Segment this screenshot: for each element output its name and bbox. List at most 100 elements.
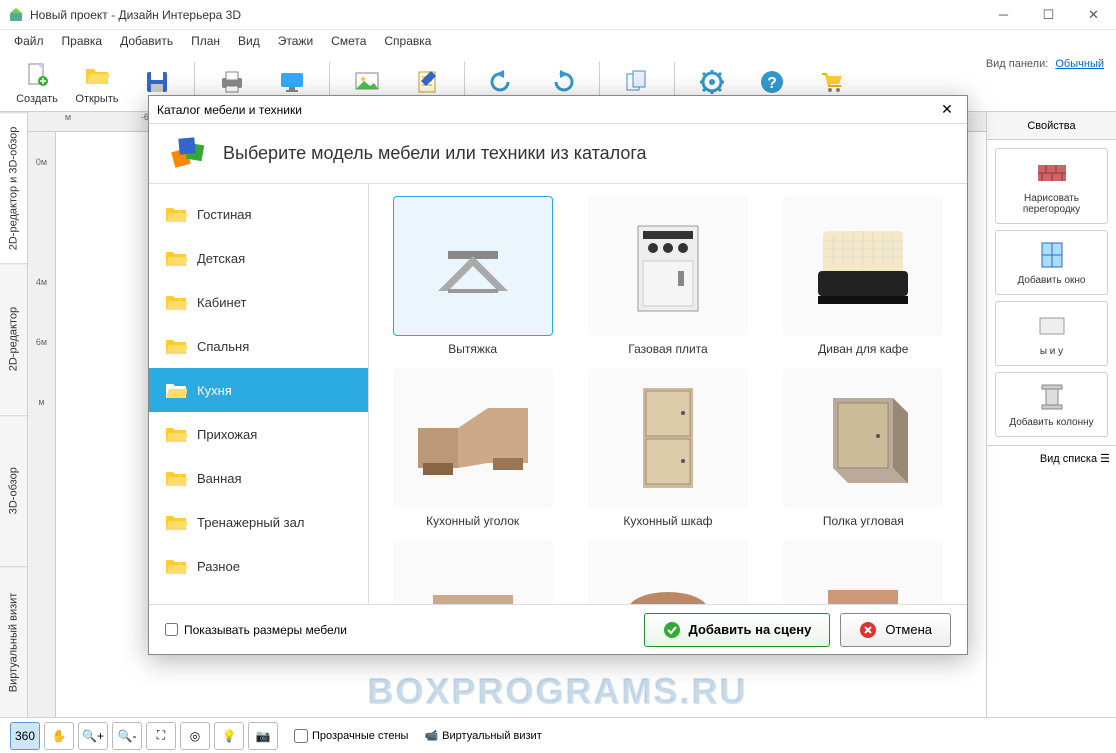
picture-icon bbox=[351, 66, 383, 98]
add-to-scene-button[interactable]: Добавить на сцену bbox=[644, 613, 831, 647]
minimize-button[interactable]: ─ bbox=[981, 0, 1026, 30]
furniture-item[interactable]: Вытяжка bbox=[381, 196, 564, 356]
menu-plan[interactable]: План bbox=[183, 32, 228, 50]
menu-add[interactable]: Добавить bbox=[112, 32, 181, 50]
rp-add-window[interactable]: Добавить окно bbox=[995, 230, 1108, 295]
furniture-item[interactable]: Диван для кафе bbox=[772, 196, 955, 356]
category-item[interactable]: Ванная bbox=[149, 456, 368, 500]
furniture-item[interactable]: Полка угловая bbox=[772, 368, 955, 528]
category-item[interactable]: Кухня bbox=[149, 368, 368, 412]
camera-icon: 📹 bbox=[424, 729, 438, 742]
cart-icon bbox=[816, 66, 848, 98]
category-item[interactable]: Разное bbox=[149, 544, 368, 588]
bt-360[interactable]: 360 bbox=[10, 722, 40, 750]
help-icon: ? bbox=[756, 66, 788, 98]
item-thumbnail bbox=[783, 368, 943, 508]
bt-light[interactable]: 💡 bbox=[214, 722, 244, 750]
furniture-item[interactable]: Газовая плита bbox=[576, 196, 759, 356]
item-thumbnail bbox=[588, 368, 748, 508]
documents-icon bbox=[621, 66, 653, 98]
item-label: Диван для кафе bbox=[818, 342, 908, 356]
undo-icon bbox=[486, 66, 518, 98]
app-icon bbox=[8, 7, 24, 23]
bt-fit[interactable]: ⛶ bbox=[146, 722, 176, 750]
furniture-catalog-dialog: Каталог мебели и техники ✕ Выберите моде… bbox=[148, 95, 968, 655]
dialog-close-button[interactable]: ✕ bbox=[935, 98, 959, 122]
rp-add-column[interactable]: Добавить колонну bbox=[995, 372, 1108, 437]
column-icon bbox=[1036, 381, 1068, 413]
folder-open-icon bbox=[81, 59, 113, 91]
right-panel: Свойства Нарисовать перегородку Добавить… bbox=[986, 112, 1116, 717]
rp-draw-partition[interactable]: Нарисовать перегородку bbox=[995, 148, 1108, 224]
bt-target[interactable]: ◎ bbox=[180, 722, 210, 750]
furniture-item[interactable] bbox=[772, 540, 955, 604]
item-label: Кухонный шкаф bbox=[623, 514, 712, 528]
gear-icon bbox=[696, 66, 728, 98]
furniture-item[interactable]: Кухонный уголок bbox=[381, 368, 564, 528]
furniture-item[interactable] bbox=[576, 540, 759, 604]
vtab-2d3d[interactable]: 2D-редактор и 3D-обзор bbox=[0, 112, 27, 263]
window-icon bbox=[1036, 239, 1068, 271]
check-icon bbox=[663, 621, 681, 639]
item-thumbnail bbox=[393, 540, 553, 604]
vertical-tabs: 2D-редактор и 3D-обзор 2D-редактор 3D-об… bbox=[0, 112, 28, 717]
close-button[interactable]: ✕ bbox=[1071, 0, 1116, 30]
category-item[interactable]: Спальня bbox=[149, 324, 368, 368]
vtab-virtual[interactable]: Виртуальный визит bbox=[0, 566, 27, 717]
svg-text:?: ? bbox=[767, 75, 777, 92]
menu-edit[interactable]: Правка bbox=[54, 32, 111, 50]
bt-screenshot[interactable]: 📷 bbox=[248, 722, 278, 750]
redo-icon bbox=[546, 66, 578, 98]
list-icon: ☰ bbox=[1100, 453, 1110, 465]
transparent-walls-check[interactable]: Прозрачные стены bbox=[294, 729, 408, 743]
item-thumbnail bbox=[393, 368, 553, 508]
item-thumbnail bbox=[393, 196, 553, 336]
category-item[interactable]: Прихожая bbox=[149, 412, 368, 456]
create-button[interactable]: Создать bbox=[10, 55, 64, 109]
menubar: Файл Правка Добавить План Вид Этажи Смет… bbox=[0, 30, 1116, 52]
catalog-header-icon bbox=[169, 134, 209, 174]
bottom-toolbar: 360 ✋ 🔍+ 🔍- ⛶ ◎ 💡 📷 Прозрачные стены 📹Ви… bbox=[0, 717, 1116, 753]
item-label: Полка угловая bbox=[823, 514, 904, 528]
list-view-toggle[interactable]: Вид списка ☰ bbox=[987, 445, 1116, 471]
tab-properties[interactable]: Свойства bbox=[987, 112, 1116, 139]
vtab-2d[interactable]: 2D-редактор bbox=[0, 263, 27, 414]
bt-zoom-in[interactable]: 🔍+ bbox=[78, 722, 108, 750]
monitor-icon bbox=[276, 66, 308, 98]
category-item[interactable]: Детская bbox=[149, 236, 368, 280]
item-label: Газовая плита bbox=[628, 342, 707, 356]
item-thumbnail bbox=[783, 540, 943, 604]
item-thumbnail bbox=[783, 196, 943, 336]
furniture-item[interactable]: Кухонный шкаф bbox=[576, 368, 759, 528]
printer-icon bbox=[216, 66, 248, 98]
virtual-visit-check[interactable]: 📹Виртуальный визит bbox=[424, 729, 541, 742]
category-item[interactable]: Тренажерный зал bbox=[149, 500, 368, 544]
view-panel-selector[interactable]: Вид панели: Обычный bbox=[986, 58, 1104, 70]
dialog-header-text: Выберите модель мебели или техники из ка… bbox=[223, 143, 647, 164]
menu-file[interactable]: Файл bbox=[6, 32, 52, 50]
item-label: Вытяжка bbox=[448, 342, 497, 356]
item-label: Кухонный уголок bbox=[426, 514, 519, 528]
cancel-button[interactable]: Отмена bbox=[840, 613, 951, 647]
bt-pan[interactable]: ✋ bbox=[44, 722, 74, 750]
category-item[interactable]: Гостиная bbox=[149, 192, 368, 236]
new-file-icon bbox=[21, 59, 53, 91]
titlebar: Новый проект - Дизайн Интерьера 3D ─ ☐ ✕ bbox=[0, 0, 1116, 30]
menu-view[interactable]: Вид bbox=[230, 32, 268, 50]
menu-estimate[interactable]: Смета bbox=[323, 32, 374, 50]
category-item[interactable]: Кабинет bbox=[149, 280, 368, 324]
open-button[interactable]: Открыть bbox=[70, 55, 124, 109]
furniture-item[interactable] bbox=[381, 540, 564, 604]
item-thumbnail bbox=[588, 540, 748, 604]
ruler-vertical: 0м4м6мм bbox=[28, 132, 56, 717]
save-icon bbox=[141, 66, 173, 98]
rp-item-partial[interactable]: ы и у bbox=[995, 301, 1108, 366]
bt-zoom-out[interactable]: 🔍- bbox=[112, 722, 142, 750]
brick-icon bbox=[1036, 157, 1068, 189]
menu-help[interactable]: Справка bbox=[376, 32, 439, 50]
category-list: ГостинаяДетскаяКабинетСпальняКухняПрихож… bbox=[149, 184, 369, 604]
vtab-3d[interactable]: 3D-обзор bbox=[0, 415, 27, 566]
menu-floors[interactable]: Этажи bbox=[270, 32, 321, 50]
show-sizes-check[interactable]: Показывать размеры мебели bbox=[165, 623, 347, 637]
maximize-button[interactable]: ☐ bbox=[1026, 0, 1071, 30]
